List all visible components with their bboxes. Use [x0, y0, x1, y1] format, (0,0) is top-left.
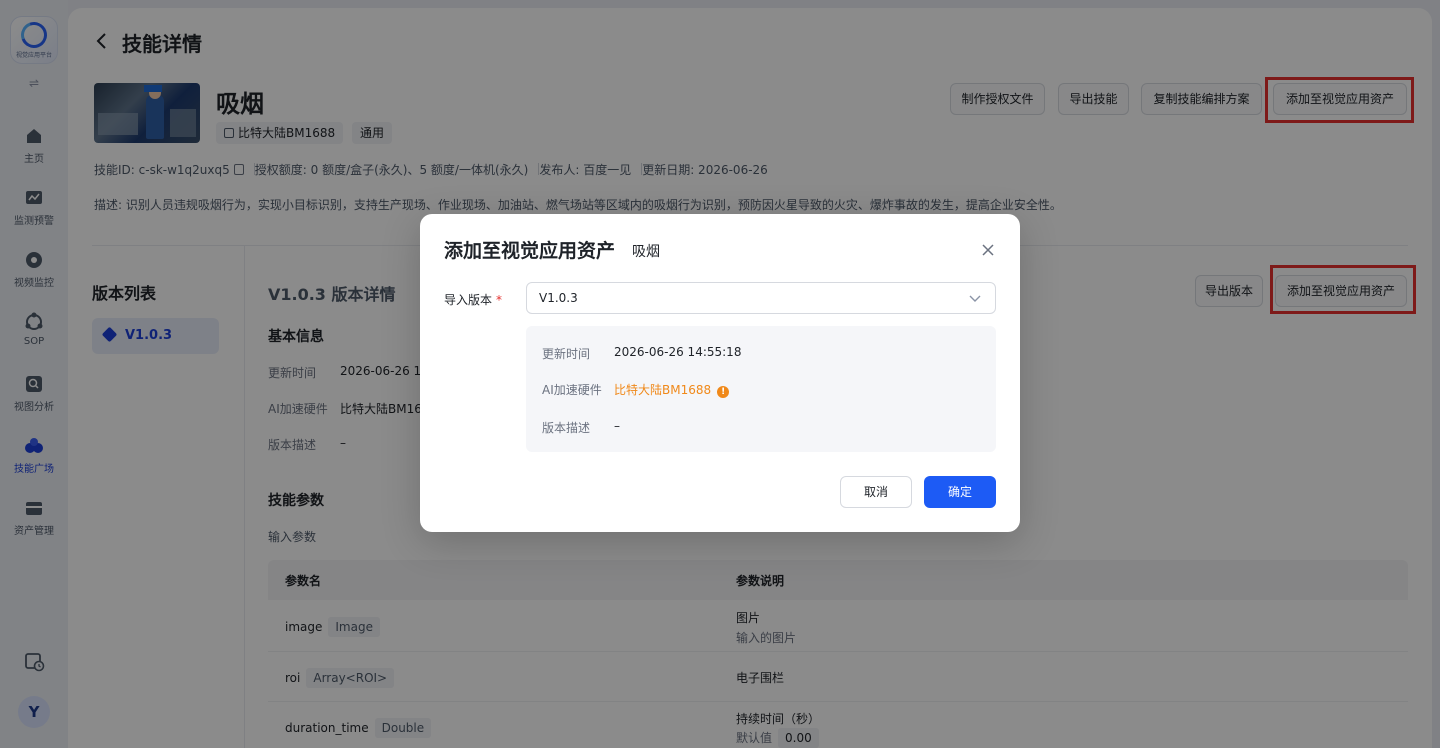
selected-version: V1.0.3	[539, 291, 578, 305]
version-select[interactable]: V1.0.3	[526, 282, 996, 314]
close-icon[interactable]	[980, 242, 996, 258]
chevron-down-icon	[969, 295, 981, 302]
info-value-hardware: 比特大陆BM1688!	[614, 381, 730, 398]
info-label: 版本描述	[542, 421, 591, 435]
dialog-subtitle: 吸烟	[632, 244, 660, 260]
cancel-button[interactable]: 取消	[840, 476, 912, 508]
required-mark: *	[496, 293, 503, 307]
version-info-panel: 更新时间 2026-06-26 14:55:18 AI加速硬件 比特大陆BM16…	[526, 326, 996, 452]
info-label: 更新时间	[542, 347, 591, 361]
info-label: AI加速硬件	[542, 383, 602, 397]
info-value: –	[614, 419, 620, 433]
add-to-assets-dialog: 添加至视觉应用资产 吸烟 导入版本 * V1.0.3 更新时间 2026-06-2…	[420, 214, 1020, 532]
info-value: 2026-06-26 14:55:18	[614, 345, 742, 359]
confirm-button[interactable]: 确定	[924, 476, 996, 508]
warning-icon[interactable]: !	[717, 386, 730, 398]
import-version-label: 导入版本 *	[444, 293, 503, 307]
dialog-title: 添加至视觉应用资产	[444, 240, 616, 262]
